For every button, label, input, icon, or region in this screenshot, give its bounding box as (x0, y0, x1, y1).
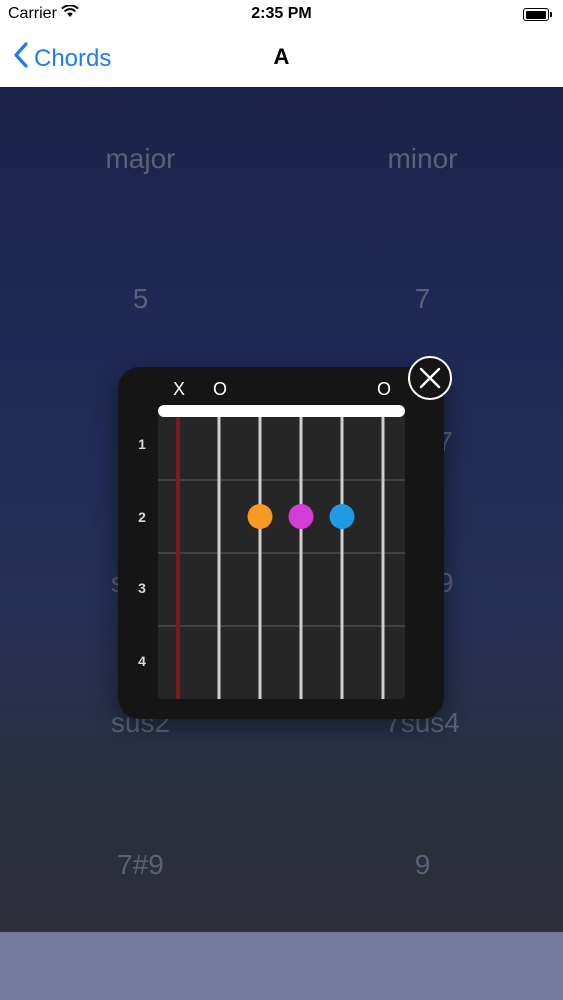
finger-dot-1 (247, 504, 273, 529)
finger-dot-2 (288, 504, 314, 529)
close-icon (419, 367, 441, 389)
screen: Carrier 2:35 PM Chords A major minor 5 7… (0, 0, 563, 1000)
finger-dot-3 (329, 504, 355, 529)
fretboard (158, 405, 405, 699)
close-button[interactable] (408, 356, 452, 400)
nut (158, 405, 405, 417)
fretboard-background (158, 414, 405, 699)
